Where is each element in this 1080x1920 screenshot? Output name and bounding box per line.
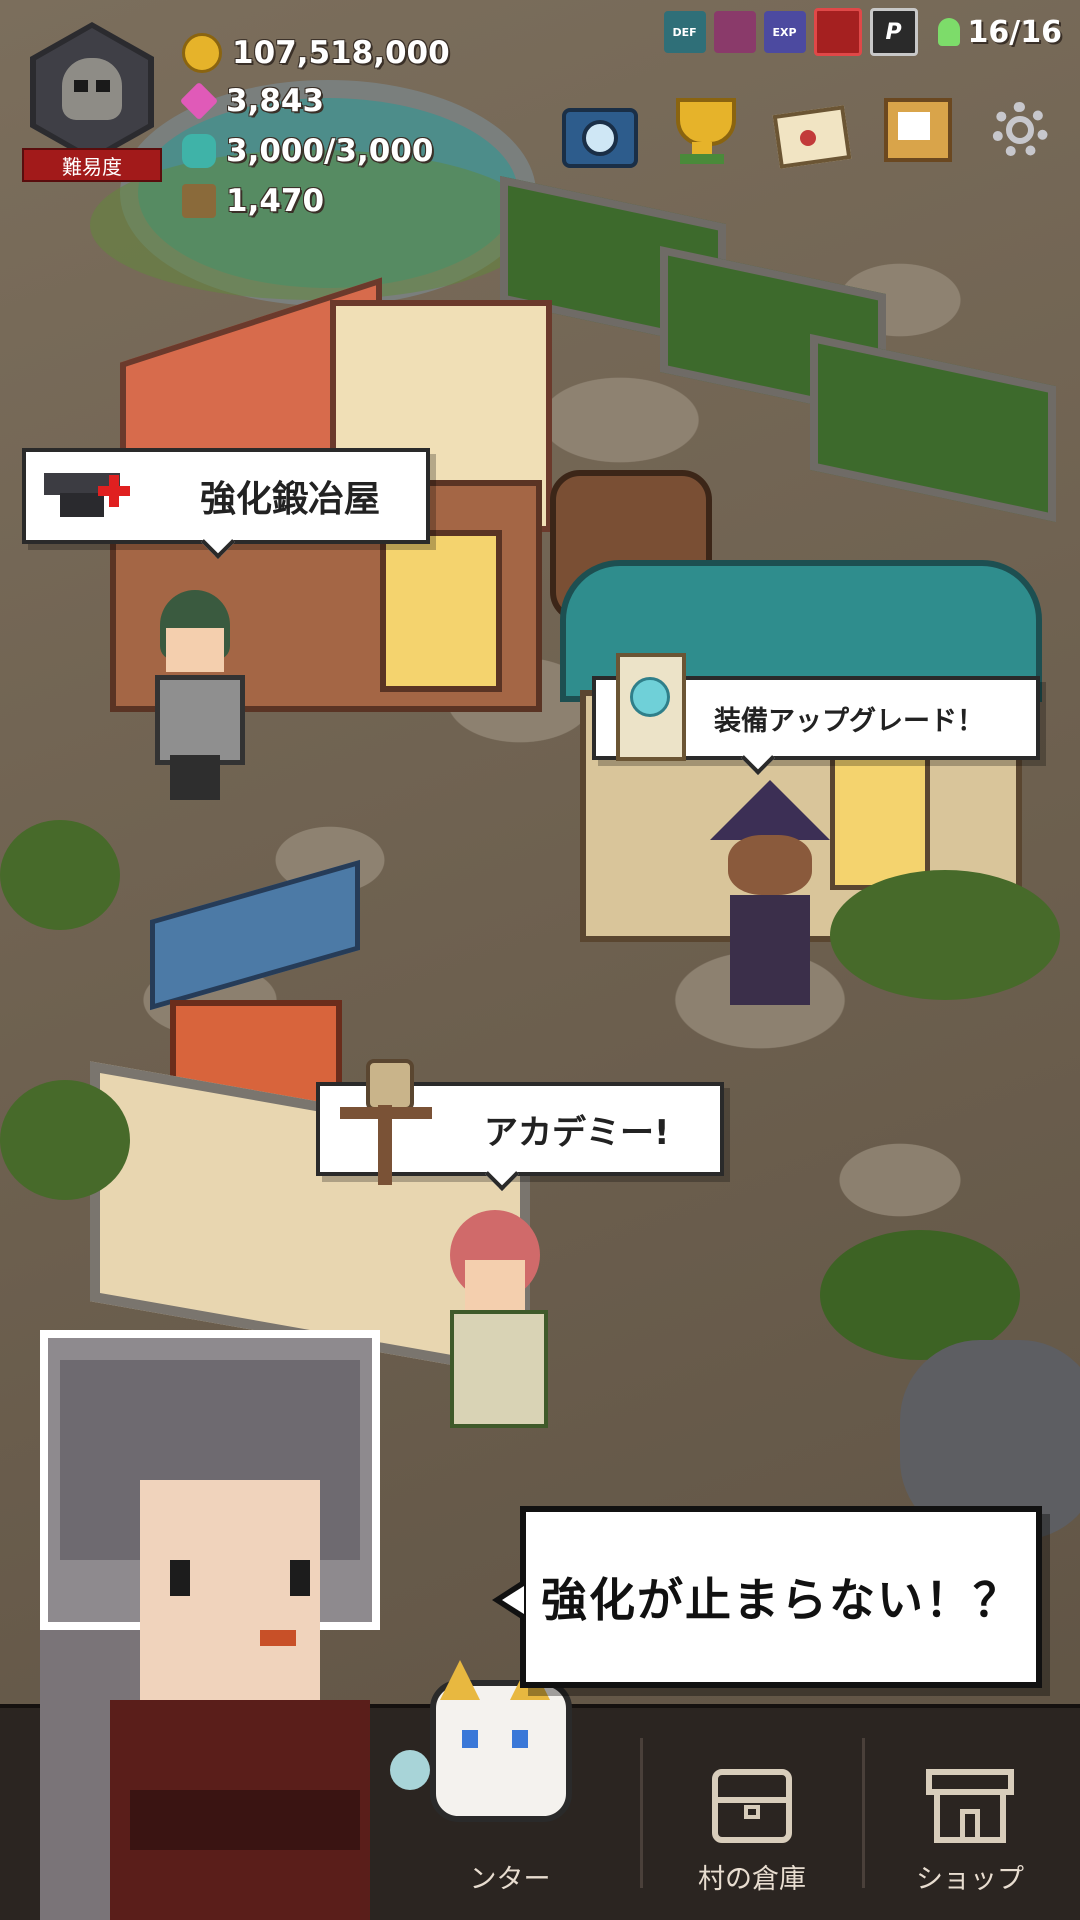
- dialog-tail: [492, 1578, 526, 1622]
- nav-divider: [640, 1738, 643, 1888]
- anvil-icon: [36, 433, 136, 519]
- skull-icon: [62, 58, 122, 120]
- blacksmith-label: 強化鍛冶屋: [200, 479, 381, 520]
- camera-icon[interactable]: [558, 92, 638, 168]
- dialog-text: 強化が止まらない！？: [541, 1573, 1021, 1627]
- defense-buff-icon[interactable]: DEF: [663, 11, 706, 53]
- nav-shop[interactable]: ショップ: [870, 1759, 1070, 1896]
- ticket-icon: [182, 184, 216, 218]
- academy-label: アカデミー!: [484, 1112, 670, 1153]
- nav-center-label: ンター: [469, 1864, 551, 1895]
- gem-icon: [179, 81, 219, 121]
- nav-storage-label: 村の倉庫: [698, 1864, 806, 1895]
- gold-coin-icon: [182, 33, 222, 73]
- blacksmith-bubble[interactable]: 強化鍛冶屋: [22, 448, 430, 559]
- difficulty-label: 難易度: [22, 148, 162, 182]
- exp-buff-icon[interactable]: EXP: [763, 11, 806, 53]
- upgrade-bubble[interactable]: 装備アップグレード！: [592, 653, 1040, 775]
- bush: [0, 820, 120, 930]
- buff-bar: DEF EXP P 16/16: [663, 8, 1062, 56]
- person-icon: [937, 18, 960, 46]
- mail-icon[interactable]: [770, 92, 852, 169]
- bush: [830, 870, 1060, 1000]
- upgrade-label: 装備アップグレード！: [714, 705, 984, 737]
- narrator-portrait: [20, 1330, 400, 1920]
- ticket-value: 1,470: [226, 183, 325, 219]
- nav-divider: [862, 1738, 865, 1888]
- training-dummy-icon: [334, 1059, 434, 1185]
- attack-buff-icon[interactable]: [713, 11, 756, 53]
- difficulty-badge[interactable]: 難易度: [22, 22, 162, 182]
- knight-character[interactable]: [140, 590, 250, 800]
- shield-buff-icon[interactable]: [813, 8, 862, 56]
- academy-bubble[interactable]: アカデミー!: [316, 1059, 724, 1191]
- witch-character[interactable]: [700, 780, 840, 1030]
- flower-bed: [810, 333, 1056, 523]
- trophy-icon[interactable]: [664, 92, 740, 168]
- bush: [0, 1080, 130, 1200]
- gold-value: 107,518,000: [232, 35, 450, 71]
- population-value: 16/16: [967, 14, 1062, 50]
- crystal-icon: [182, 134, 216, 168]
- gold-counter: 107,518,000: [182, 32, 450, 74]
- ticket-counter: 1,470: [182, 180, 324, 222]
- dialog-bubble[interactable]: 強化が止まらない！？: [492, 1506, 1042, 1688]
- population-counter: 16/16: [937, 14, 1062, 50]
- energy-counter: 3,000/3,000: [182, 130, 433, 172]
- gem-value: 3,843: [226, 83, 325, 119]
- scroll-icon: [604, 653, 694, 761]
- nav-shop-label: ショップ: [916, 1864, 1024, 1895]
- top-button-row: [558, 92, 1058, 169]
- princess-character[interactable]: [430, 1190, 560, 1450]
- premium-pass-icon[interactable]: P: [869, 8, 918, 56]
- gem-counter: 3,843: [179, 80, 325, 122]
- shop-icon: [920, 1759, 1020, 1849]
- chest-icon: [702, 1759, 802, 1849]
- event-board-icon[interactable]: [876, 92, 952, 168]
- energy-value: 3,000/3,000: [226, 133, 434, 169]
- nav-storage[interactable]: 村の倉庫: [652, 1759, 852, 1896]
- gear-icon[interactable]: [982, 92, 1058, 168]
